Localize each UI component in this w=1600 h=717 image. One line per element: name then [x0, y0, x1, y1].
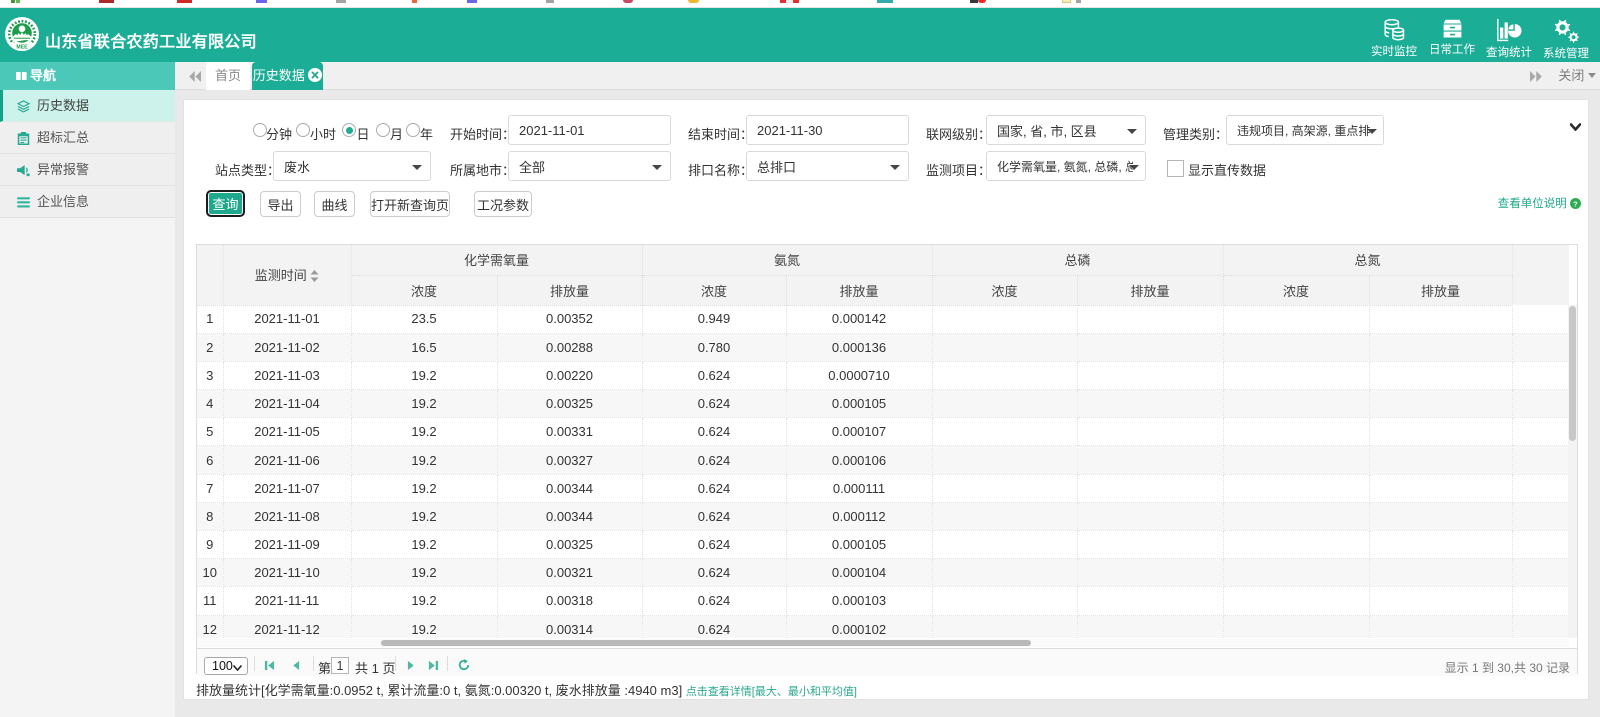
svg-text:?: ? [1573, 199, 1578, 208]
svg-text:MEE: MEE [16, 45, 28, 51]
